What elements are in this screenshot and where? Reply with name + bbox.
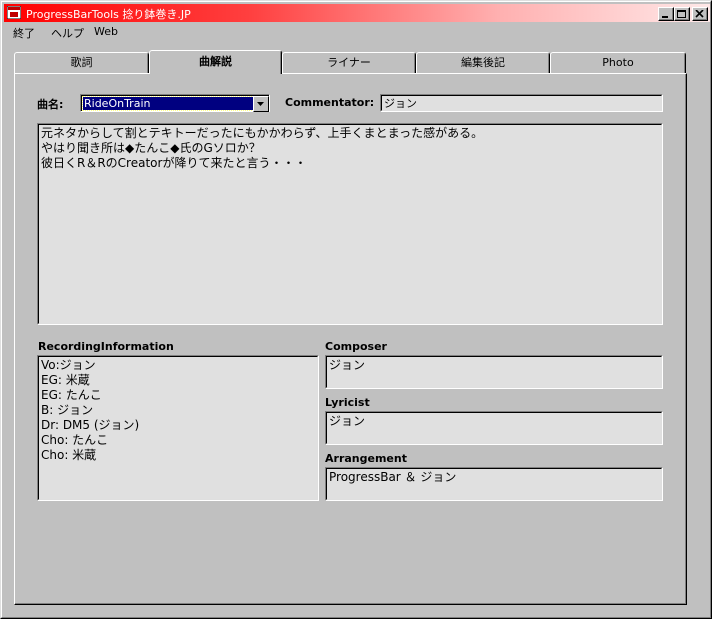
tab-commentary[interactable]: 曲解説 <box>149 50 282 74</box>
window-frame: ProgressBarTools 捻り鉢巻き.JP 終了 ヘルプ Web 歌詞 … <box>1 1 711 618</box>
composer-value: ジョン <box>326 356 662 388</box>
tab-editor-notes[interactable]: 編集後記 <box>416 52 550 73</box>
tab-liner[interactable]: ライナー <box>282 52 416 73</box>
commentator-value: ジョン <box>381 95 662 111</box>
song-label: 曲名: <box>37 98 64 111</box>
maximize-button[interactable] <box>674 7 690 21</box>
lyricist-label: Lyricist <box>325 396 370 409</box>
close-button[interactable] <box>692 7 708 21</box>
window-title: ProgressBarTools 捻り鉢巻き.JP <box>26 8 191 21</box>
commentator-label: Commentator: <box>285 96 375 109</box>
lyricist-field[interactable]: ジョン <box>325 411 663 445</box>
app-icon <box>7 6 21 19</box>
arrangement-label: Arrangement <box>325 452 407 465</box>
arrangement-field[interactable]: ProgressBar ＆ ジョン <box>325 467 663 501</box>
menu-web[interactable]: Web <box>94 25 118 38</box>
menu-help[interactable]: ヘルプ <box>51 25 84 41</box>
close-icon <box>695 10 704 18</box>
composer-field[interactable]: ジョン <box>325 355 663 389</box>
recording-info-text: Vo:ジョン EG: 米蔵 EG: たんこ B: ジョン Dr: DM5 (ジョ… <box>38 356 318 500</box>
minimize-button[interactable] <box>658 7 674 21</box>
commentary-textarea[interactable]: 元ネタからして割とテキトーだったにもかかわらず、上手くまとまった感がある。 やは… <box>37 123 663 325</box>
composer-label: Composer <box>325 340 387 353</box>
commentator-field[interactable]: ジョン <box>380 94 663 112</box>
app-window: ProgressBarTools 捻り鉢巻き.JP 終了 ヘルプ Web 歌詞 … <box>0 0 712 619</box>
song-dropdown-button[interactable] <box>253 96 269 112</box>
recording-info-textarea[interactable]: Vo:ジョン EG: 米蔵 EG: たんこ B: ジョン Dr: DM5 (ジョ… <box>37 355 319 501</box>
title-bar[interactable]: ProgressBarTools 捻り鉢巻き.JP <box>4 4 710 22</box>
chevron-down-icon <box>257 102 264 106</box>
minimize-icon <box>662 16 668 18</box>
menu-bar: 終了 ヘルプ Web <box>4 23 710 41</box>
lyricist-value: ジョン <box>326 412 662 444</box>
tab-lyrics[interactable]: 歌詞 <box>14 52 149 73</box>
maximize-icon <box>677 10 686 18</box>
song-select-frame: RideOnTrain <box>81 95 269 112</box>
song-select[interactable]: RideOnTrain <box>80 94 270 112</box>
commentary-text: 元ネタからして割とテキトーだったにもかかわらず、上手くまとまった感がある。 やは… <box>38 124 662 324</box>
arrangement-value: ProgressBar ＆ ジョン <box>326 468 662 500</box>
tab-strip: 歌詞 曲解説 ライナー 編集後記 Photo <box>12 50 687 74</box>
recording-info-label: RecordingInformation <box>38 340 174 353</box>
song-select-value: RideOnTrain <box>82 96 254 111</box>
menu-exit[interactable]: 終了 <box>13 25 35 41</box>
tab-photo[interactable]: Photo <box>550 52 686 73</box>
